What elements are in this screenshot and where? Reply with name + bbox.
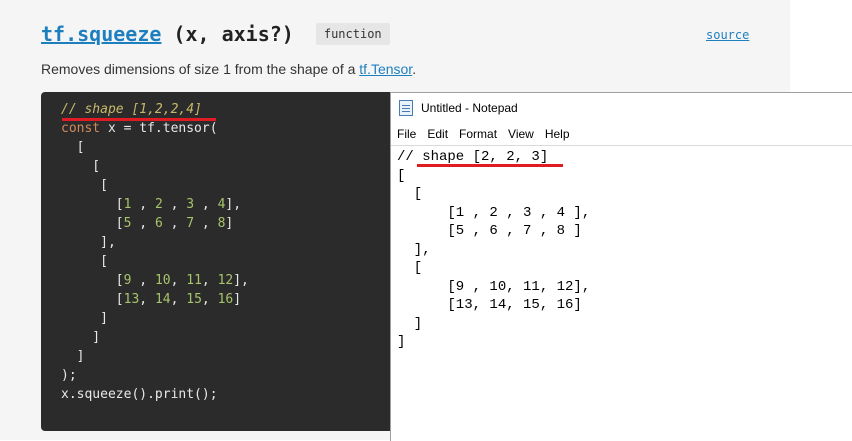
tensor-doc-link[interactable]: tf.Tensor bbox=[359, 61, 412, 77]
code-comment: // shape [1,2,2,4] bbox=[61, 102, 202, 117]
code-line: ] bbox=[61, 330, 101, 345]
notepad-icon bbox=[399, 100, 413, 116]
menu-file[interactable]: File bbox=[397, 127, 416, 141]
description-text: Removes dimensions of size 1 from the sh… bbox=[41, 61, 360, 77]
code-line: [ bbox=[61, 254, 108, 269]
notepad-line: [ bbox=[397, 186, 423, 202]
shape-highlight-underline-notepad bbox=[417, 164, 563, 167]
source-link[interactable]: source bbox=[706, 28, 749, 42]
code-keyword: const bbox=[61, 121, 101, 136]
code-example: // shape [1,2,2,4] const x = tf.tensor( … bbox=[61, 100, 249, 404]
notepad-line: ], bbox=[397, 241, 431, 258]
function-name-link[interactable]: tf.squeeze bbox=[41, 22, 161, 46]
notepad-text[interactable]: // shape [2, 2, 3] [ [ [1 , 2 , 3 , 4 ],… bbox=[397, 148, 590, 352]
function-signature: (x, axis?) bbox=[173, 22, 294, 46]
code-line: [13, 14, 15, 16] bbox=[61, 292, 242, 307]
code-line: ] bbox=[61, 311, 108, 326]
code-line: ] bbox=[61, 349, 85, 364]
notepad-line: [13, 14, 15, 16] bbox=[397, 297, 582, 313]
notepad-line: [ bbox=[397, 167, 406, 184]
code-line: x.squeeze().print(); bbox=[61, 387, 218, 402]
notepad-window[interactable]: Untitled - Notepad File Edit Format View… bbox=[390, 92, 852, 441]
code-statement: x = tf.tensor( bbox=[100, 121, 218, 136]
code-line: [ bbox=[61, 178, 108, 193]
notepad-text-area[interactable]: // shape [2, 2, 3] [ [ [1 , 2 , 3 , 4 ],… bbox=[391, 145, 852, 441]
code-line: [9 , 10, 11, 12], bbox=[61, 273, 249, 288]
shape-highlight-underline bbox=[62, 118, 216, 121]
notepad-line: ] bbox=[397, 315, 423, 332]
notepad-menubar: File Edit Format View Help bbox=[391, 123, 852, 145]
code-line: ); bbox=[61, 368, 77, 383]
notepad-title: Untitled - Notepad bbox=[421, 101, 518, 115]
code-line: [1 , 2 , 3 , 4], bbox=[61, 197, 242, 212]
function-description: Removes dimensions of size 1 from the sh… bbox=[41, 61, 416, 77]
code-line: [ bbox=[61, 159, 101, 174]
function-header: tf.squeeze (x, axis?) function bbox=[41, 18, 390, 50]
description-end: . bbox=[412, 61, 417, 77]
menu-edit[interactable]: Edit bbox=[427, 127, 448, 141]
function-badge: function bbox=[315, 23, 390, 45]
notepad-line: [ bbox=[397, 260, 423, 276]
notepad-line: [9 , 10, 11, 12], bbox=[397, 278, 591, 295]
code-body: [ [ [ [1 , 2 , 3 , 4], [5 , 6 , 7 , 8] ]… bbox=[61, 140, 249, 402]
menu-help[interactable]: Help bbox=[545, 127, 570, 141]
code-line: [ bbox=[61, 140, 85, 155]
menu-format[interactable]: Format bbox=[459, 127, 497, 141]
notepad-line: ] bbox=[397, 334, 406, 350]
menu-view[interactable]: View bbox=[508, 127, 534, 141]
notepad-line: [5 , 6 , 7 , 8 ] bbox=[397, 223, 582, 239]
code-line: [5 , 6 , 7 , 8] bbox=[61, 216, 234, 231]
code-line: ], bbox=[61, 235, 116, 250]
notepad-line: [1 , 2 , 3 , 4 ], bbox=[397, 204, 591, 221]
notepad-line: // shape [2, 2, 3] bbox=[397, 149, 549, 165]
notepad-titlebar[interactable]: Untitled - Notepad bbox=[391, 93, 852, 123]
